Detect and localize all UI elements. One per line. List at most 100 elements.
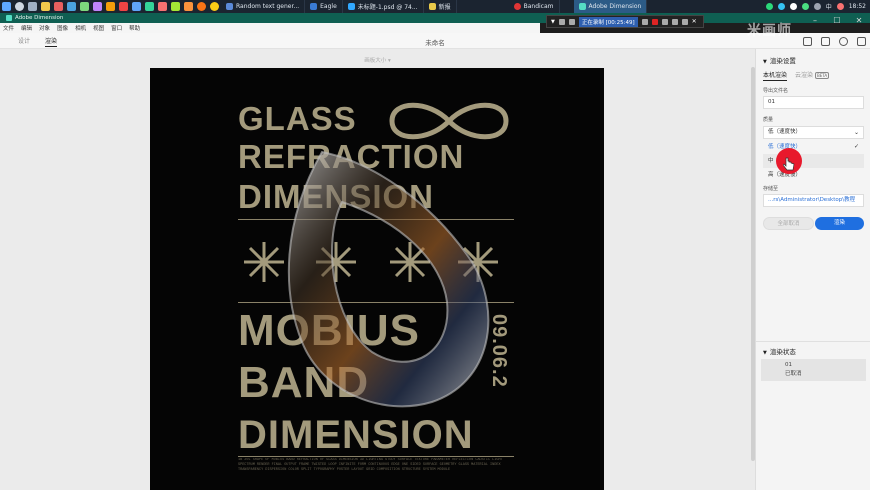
window-title: Adobe Dimension (15, 15, 64, 21)
stop-icon[interactable] (651, 18, 658, 25)
app-icon-8[interactable] (145, 2, 154, 11)
save-path-field[interactable]: ...rs\Administrator\Desktop\教程 (763, 194, 864, 207)
render-status-header[interactable]: ▼ 渲染状态 (763, 346, 796, 356)
menu-object[interactable]: 对象 (39, 24, 50, 32)
render-job-name: 01 (785, 362, 792, 368)
render-tabs: 本机渲染 云渲染 BETA (763, 70, 830, 81)
tray-icon[interactable] (789, 3, 797, 10)
render-job-item[interactable]: 01 已取消 (761, 359, 866, 381)
render-button[interactable]: 渲染 (815, 217, 864, 230)
chat-icon[interactable] (857, 36, 866, 46)
learn-icon[interactable] (839, 36, 848, 46)
quality-option-high[interactable]: 高（速度慢） (763, 168, 864, 182)
taskbar-tab-1[interactable]: Eagle (305, 0, 343, 13)
app-icon-11[interactable] (184, 2, 193, 11)
cloud-icon[interactable] (803, 36, 812, 46)
tab-local-render[interactable]: 本机渲染 (763, 70, 788, 81)
render-settings-title: 渲染设置 (769, 57, 796, 65)
tab-cloud-label: 云渲染 (795, 72, 814, 79)
taskbar-tab-2[interactable]: 未标题-1.psd @ 74... (343, 0, 424, 13)
mobius-glass-object (287, 150, 490, 408)
menu-view[interactable]: 视图 (93, 24, 104, 32)
check-icon: ✓ (853, 143, 859, 150)
app-icon-13[interactable] (210, 2, 219, 11)
share-icon[interactable] (821, 36, 830, 46)
app-icon-7[interactable] (132, 2, 141, 11)
explorer-icon[interactable] (41, 2, 50, 11)
tray-icon[interactable] (813, 3, 821, 10)
clock: 18:52 (848, 3, 866, 10)
photoshop-icon (347, 3, 355, 10)
poster-render: GLASS REFRACTION DIMENSION MOBIUS BAND 0… (150, 68, 604, 490)
pen-icon[interactable] (681, 18, 688, 25)
windows-start-icon[interactable] (2, 2, 11, 11)
app-icon-12[interactable] (197, 2, 206, 11)
export-name-label: 导出文件名 (763, 88, 789, 94)
chevron-down-icon: ▼ (763, 350, 767, 356)
bandicam-icon (513, 3, 521, 10)
record-icon[interactable] (661, 18, 668, 25)
infinity-symbol-icon (389, 102, 509, 140)
tray-icon[interactable] (777, 3, 785, 10)
cancel-all-button[interactable]: 全部取消 (763, 217, 814, 230)
taskview-icon[interactable] (28, 2, 37, 11)
render-status-title: 渲染状态 (769, 348, 796, 356)
dropdown-icon[interactable]: ▼ (551, 19, 555, 25)
export-name-input[interactable]: 01 (763, 96, 864, 109)
tray-icon[interactable] (765, 3, 773, 10)
tab-cloud-render[interactable]: 云渲染 BETA (795, 70, 830, 81)
app-icon-4[interactable] (93, 2, 102, 11)
tray-icon[interactable] (801, 3, 809, 10)
menu-help[interactable]: 帮助 (129, 24, 140, 32)
close-icon[interactable]: ✕ (848, 13, 870, 29)
taskbar-tab-label: 新报 (438, 4, 451, 11)
maximize-icon[interactable]: ☐ (826, 13, 848, 29)
quality-dropdown[interactable]: 低（速度快） ⌄ (763, 126, 864, 139)
taskbar-tab-label: Bandicam (523, 3, 554, 10)
taskbar-tab-label: Adobe Dimension (588, 3, 642, 10)
menu-edit[interactable]: 编辑 (21, 24, 32, 32)
taskbar-tab-5[interactable]: Adobe Dimension (573, 0, 648, 13)
taskbar-tab-label: Eagle (320, 3, 337, 10)
mouse-cursor-highlight (776, 148, 802, 174)
notes-icon (428, 3, 436, 10)
tray-icon[interactable] (836, 3, 844, 10)
system-tray: 中 18:52 (765, 0, 866, 13)
minimize-icon[interactable]: – (804, 13, 826, 29)
cursor-hand-icon (783, 157, 795, 171)
pause-icon[interactable] (641, 18, 648, 25)
menu-file[interactable]: 文件 (3, 24, 14, 32)
app-icon-5[interactable] (106, 2, 115, 11)
taskbar: Random text gener... Eagle 未标题-1.psd @ 7… (0, 0, 870, 13)
dimension-icon (578, 3, 586, 10)
taskbar-tab-3[interactable]: 新报 (424, 0, 457, 13)
menu-image[interactable]: 图像 (57, 24, 68, 32)
chevron-down-icon: ▼ (763, 59, 767, 65)
search-icon[interactable] (15, 2, 24, 11)
screen-icon[interactable] (558, 18, 565, 25)
app-icon-9[interactable] (158, 2, 167, 11)
menu-window[interactable]: 窗口 (111, 24, 122, 32)
taskbar-tab-4[interactable]: Bandicam (509, 0, 560, 13)
beta-badge: BETA (815, 72, 830, 79)
poster-fine-print: 1B 20L SHAPE OF MOBIUS BAND REFRACTION O… (238, 458, 503, 472)
app-icon-6[interactable] (119, 2, 128, 11)
input-language[interactable]: 中 (826, 2, 832, 11)
app-icon-1[interactable] (54, 2, 63, 11)
camera-icon[interactable] (568, 18, 575, 25)
chevron-down-icon: ⌄ (853, 129, 859, 136)
canvas-size-dropdown[interactable]: 画板大小 ▾ (0, 56, 755, 64)
dimension-logo-icon (6, 15, 12, 21)
taskbar-tab-0[interactable]: Random text gener... (221, 0, 306, 13)
app-icon-2[interactable] (67, 2, 76, 11)
close-icon[interactable]: ✕ (692, 18, 697, 25)
save-to-label: 存储至 (763, 186, 779, 192)
poster-line-1: GLASS (238, 100, 357, 137)
app-icon-3[interactable] (80, 2, 89, 11)
app-icon-10[interactable] (171, 2, 180, 11)
menu-camera[interactable]: 相机 (75, 24, 86, 32)
screenshot-icon[interactable] (671, 18, 678, 25)
document-title: 未命名 (425, 39, 445, 47)
render-settings-header[interactable]: ▼ 渲染设置 (763, 55, 796, 65)
render-job-status: 已取消 (785, 371, 802, 377)
